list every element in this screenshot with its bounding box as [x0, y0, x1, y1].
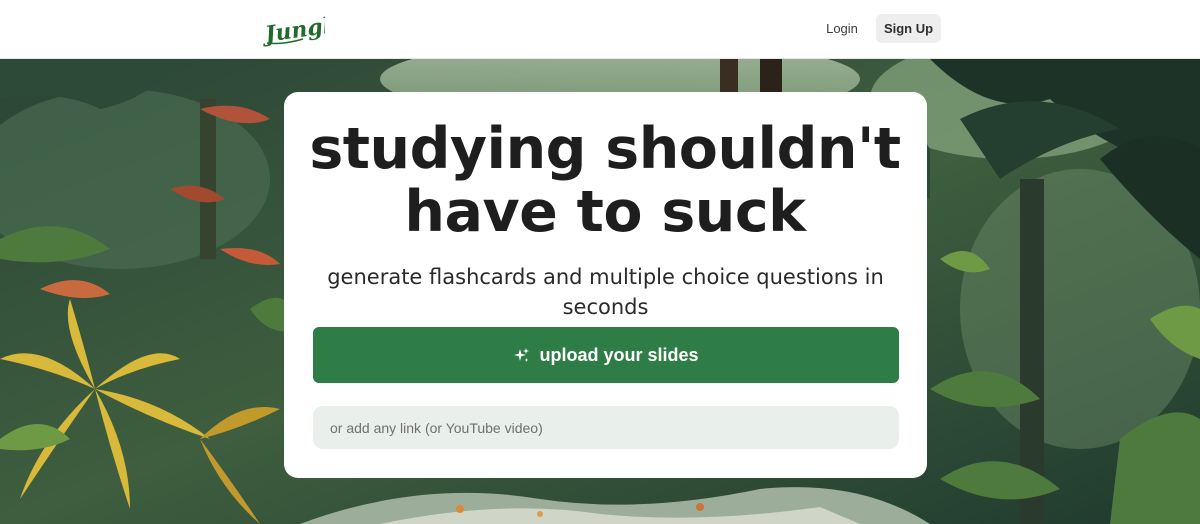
sparkle-icon [513, 347, 530, 364]
upload-slides-label: upload your slides [539, 344, 699, 365]
login-button[interactable]: Login [815, 14, 869, 43]
top-nav-bar: Jungle Login Sign Up [0, 0, 1200, 59]
signup-button[interactable]: Sign Up [876, 14, 941, 43]
link-input[interactable] [313, 406, 899, 449]
hero-headline: studying shouldn't have to suck [309, 116, 901, 245]
jungle-logo[interactable]: Jungle [260, 11, 347, 48]
upload-slides-button[interactable]: upload your slides [313, 327, 899, 383]
hero-subheadline: generate flashcards and multiple choice … [327, 265, 884, 319]
